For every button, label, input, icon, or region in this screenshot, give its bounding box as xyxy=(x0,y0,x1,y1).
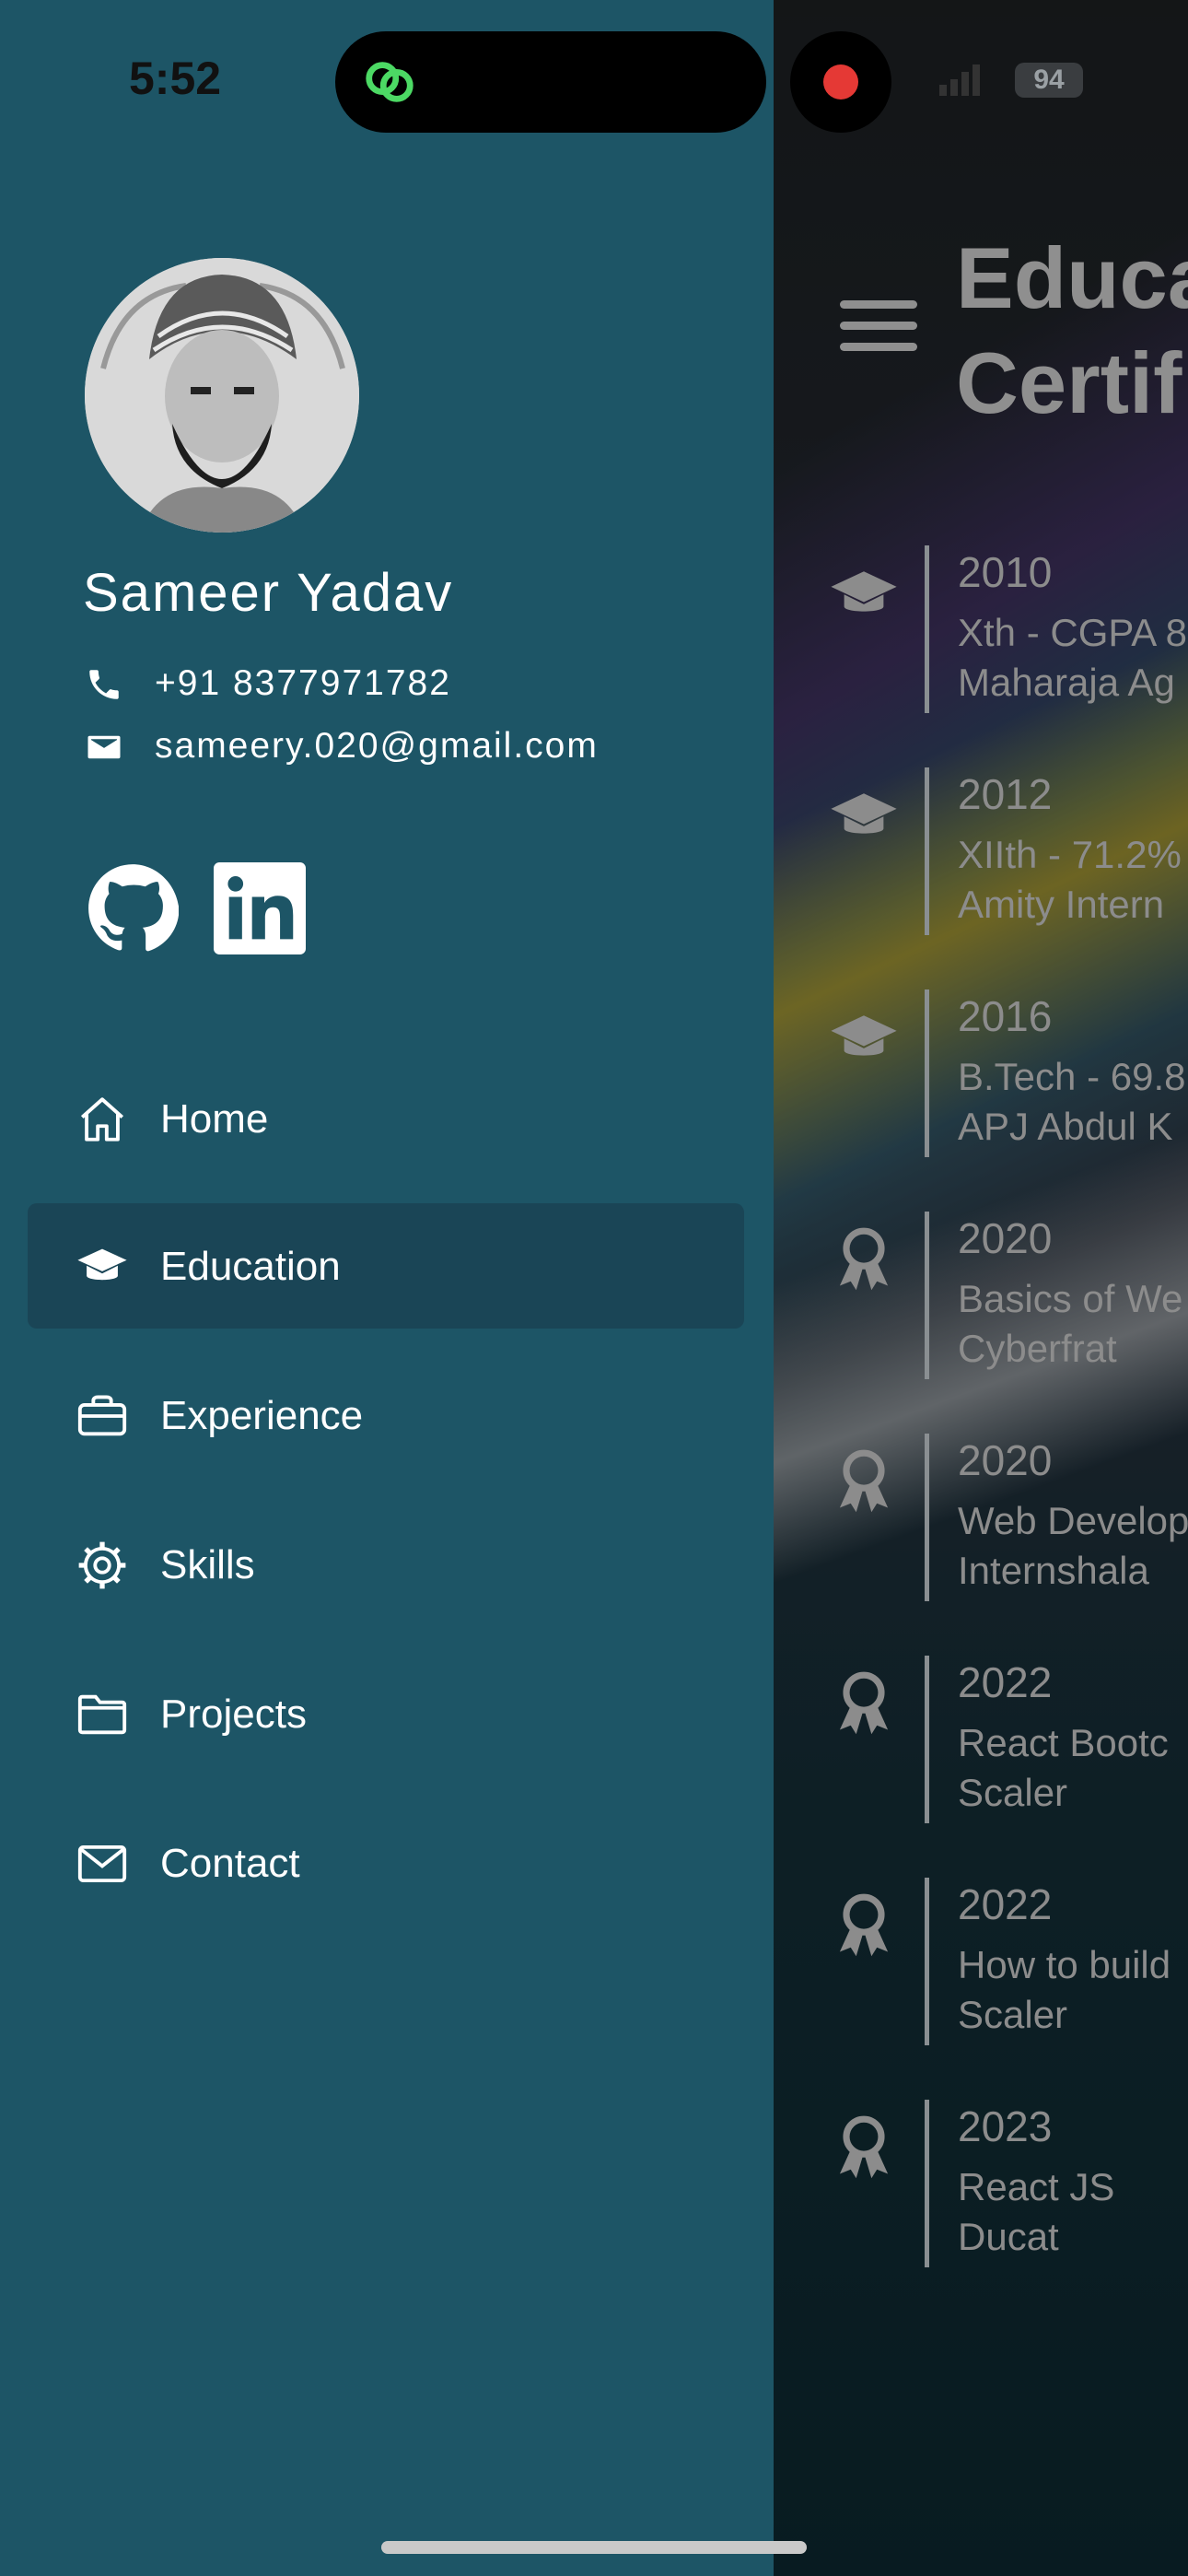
nav-label: Experience xyxy=(160,1393,364,1438)
timeline-line xyxy=(925,1212,929,1379)
timeline-year: 2020 xyxy=(958,1436,1053,1484)
timeline-text: XIIth - 71.2% Amity Intern xyxy=(958,833,1182,926)
nav-item-skills[interactable]: Skills xyxy=(28,1502,744,1627)
timeline-item: 2020 Web Develop Internshala xyxy=(829,1434,1188,1601)
timeline-text: Basics of We Cyberfrat xyxy=(958,1277,1183,1370)
timeline-line xyxy=(925,1656,929,1823)
home-icon xyxy=(80,1097,124,1142)
timeline-item: 2023 React JS Ducat xyxy=(829,2100,1188,2267)
linkedin-icon[interactable] xyxy=(214,862,306,954)
gear-icon xyxy=(78,1541,126,1589)
page-title: Educa Certif xyxy=(956,226,1188,436)
avatar xyxy=(85,258,359,533)
profile-name: Sameer Yadav xyxy=(83,563,454,623)
award-icon xyxy=(839,1227,889,1291)
timeline-year: 2016 xyxy=(958,992,1053,1040)
award-icon xyxy=(839,1893,889,1957)
timeline-item: 2022 How to build Scaler xyxy=(829,1878,1188,2045)
nav-label: Skills xyxy=(160,1542,255,1587)
timeline-year: 2022 xyxy=(958,1658,1053,1706)
timeline-item: 2020 Basics of We Cyberfrat xyxy=(829,1212,1188,1379)
profile-portrait xyxy=(85,258,359,533)
graduation-cap-icon xyxy=(831,571,897,612)
phone-icon xyxy=(89,670,119,699)
timeline-line xyxy=(925,1434,929,1601)
folder-icon xyxy=(77,1694,127,1735)
graduation-cap-icon xyxy=(831,1015,897,1056)
timeline-text: How to build Scaler xyxy=(958,1943,1171,2036)
navigation-drawer: Sameer Yadav +91 8377971782 sameery.020@… xyxy=(0,0,774,2576)
timeline-line xyxy=(925,767,929,935)
page-title-line-1: Educa xyxy=(956,229,1188,326)
timeline-line xyxy=(925,989,929,1157)
timeline-item: 2022 React Bootc Scaler xyxy=(829,1656,1188,1823)
screen-recording-indicator xyxy=(790,31,891,133)
timeline-text: B.Tech - 69.8 APJ Abdul K xyxy=(958,1055,1186,1148)
nav-item-experience[interactable]: Experience xyxy=(28,1352,744,1478)
nav-label: Home xyxy=(160,1096,269,1142)
timeline-text: React JS Ducat xyxy=(958,2165,1115,2258)
award-icon xyxy=(839,1449,889,1513)
envelope-icon xyxy=(77,1844,127,1883)
timeline-item: 2012 XIIth - 71.2% Amity Intern xyxy=(829,767,1188,935)
page-title-line-2: Certif xyxy=(956,334,1182,431)
nav-item-education[interactable]: Education xyxy=(28,1203,744,1329)
timeline-line xyxy=(925,2100,929,2267)
nav-label: Contact xyxy=(160,1841,300,1886)
timeline-line xyxy=(925,545,929,713)
timeline-year: 2012 xyxy=(958,770,1053,818)
status-time: 5:52 xyxy=(129,53,222,104)
award-icon xyxy=(839,2115,889,2179)
timeline-item: 2010 Xth - CGPA 8 Maharaja Ag xyxy=(829,545,1188,713)
timeline-text: React Bootc Scaler xyxy=(958,1721,1169,1814)
graduation-cap-icon xyxy=(831,793,897,834)
email-icon xyxy=(87,735,121,759)
timeline-text: Web Develop Internshala xyxy=(958,1499,1188,1592)
nav-label: Projects xyxy=(160,1692,307,1737)
email-address: sameery.020@gmail.com xyxy=(155,726,599,766)
github-icon[interactable] xyxy=(87,862,179,954)
nav-item-contact[interactable]: Contact xyxy=(28,1800,744,1926)
timeline-text: Xth - CGPA 8 Maharaja Ag xyxy=(958,611,1187,704)
battery-indicator: 94 xyxy=(1015,63,1083,98)
timeline-year: 2022 xyxy=(958,1880,1053,1928)
link-rings-icon xyxy=(366,62,413,102)
graduation-cap-icon xyxy=(77,1248,127,1281)
timeline-year: 2023 xyxy=(958,2102,1053,2150)
briefcase-icon xyxy=(77,1395,127,1436)
award-icon xyxy=(839,1671,889,1735)
nav-item-home[interactable]: Home xyxy=(28,1056,744,1181)
cellular-signal-icon xyxy=(939,64,980,96)
nav-item-projects[interactable]: Projects xyxy=(28,1651,744,1776)
timeline-year: 2010 xyxy=(958,548,1053,596)
recording-dot-icon xyxy=(823,64,858,100)
nav-label: Education xyxy=(160,1244,341,1289)
dynamic-island xyxy=(335,31,766,133)
phone-number: +91 8377971782 xyxy=(155,663,451,703)
timeline-item: 2016 B.Tech - 69.8 APJ Abdul K xyxy=(829,989,1188,1157)
timeline-year: 2020 xyxy=(958,1214,1053,1262)
hamburger-menu-icon[interactable] xyxy=(840,300,917,352)
home-indicator[interactable] xyxy=(381,2541,807,2554)
timeline-line xyxy=(925,1878,929,2045)
